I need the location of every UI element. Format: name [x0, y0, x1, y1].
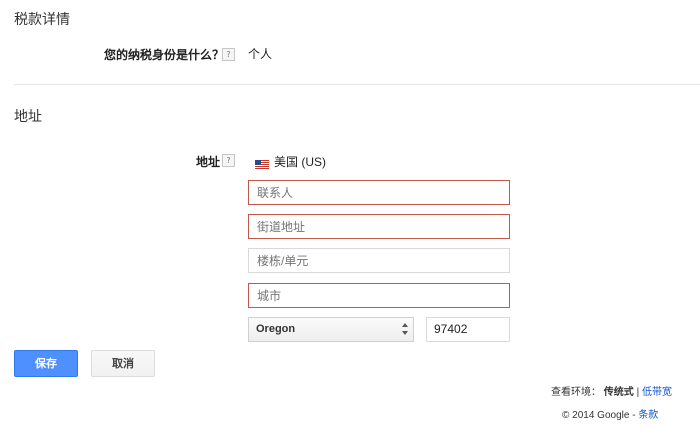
- save-button[interactable]: 保存: [14, 350, 78, 377]
- tax-status-value: 个人: [248, 47, 273, 61]
- terms-link[interactable]: 条款: [638, 410, 658, 421]
- building-unit-input[interactable]: [248, 248, 510, 273]
- state-select-value: Oregon: [256, 323, 296, 335]
- view-environment: 查看环境： 传统式 | 低带宽: [551, 383, 672, 398]
- section-divider: [14, 84, 700, 85]
- address-label: 地址: [196, 155, 221, 169]
- cancel-button[interactable]: 取消: [91, 350, 155, 377]
- copyright-text: © 2014 Google -: [562, 410, 636, 421]
- help-icon[interactable]: ?: [222, 154, 235, 167]
- contact-name-input[interactable]: [248, 180, 510, 205]
- copyright-line: © 2014 Google - 条款: [562, 406, 658, 421]
- classic-view-label: 传统式: [603, 387, 634, 398]
- tax-status-label: 您的纳税身份是什么？: [104, 48, 225, 62]
- select-arrows-icon: [402, 323, 408, 335]
- tax-section-title: 税款详情: [14, 11, 70, 27]
- country-value: 美国 (US): [274, 155, 326, 169]
- view-env-label: 查看环境：: [551, 387, 601, 398]
- street-address-input[interactable]: [248, 214, 510, 239]
- state-select[interactable]: Oregon: [248, 317, 414, 342]
- us-flag-icon: [255, 156, 269, 174]
- zip-input[interactable]: 97402: [426, 317, 510, 342]
- low-bandwidth-link[interactable]: 低带宽: [642, 387, 672, 398]
- address-section-title: 地址: [14, 108, 42, 124]
- city-input[interactable]: [248, 283, 510, 308]
- help-icon[interactable]: ?: [222, 48, 235, 61]
- footer-separator: |: [636, 387, 640, 398]
